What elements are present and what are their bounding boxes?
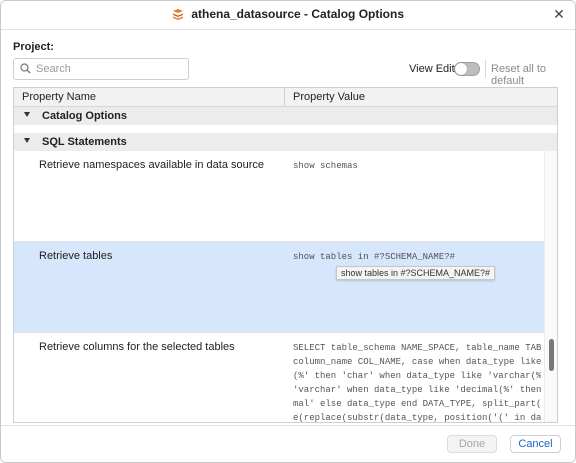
table-row[interactable]: Retrieve columns for the selected tables… [14,333,544,422]
dialog-footer: Done Cancel [1,425,575,462]
group-row-catalog-options[interactable]: Catalog Options [14,107,557,125]
property-value[interactable]: show schemas [293,159,541,173]
dialog-title: athena_datasource - Catalog Options [191,7,405,21]
toggle-knob [455,63,467,75]
expand-triangle-icon[interactable] [24,112,30,117]
cancel-button[interactable]: Cancel [510,435,561,453]
column-header-property-name[interactable]: Property Name [22,91,96,103]
property-name: Retrieve columns for the selected tables [39,341,235,353]
done-button[interactable]: Done [447,435,497,453]
group-label: SQL Statements [42,136,127,148]
property-name: Retrieve tables [39,250,113,262]
search-input[interactable] [34,60,188,78]
view-edits-toggle[interactable] [454,62,480,76]
expand-triangle-icon[interactable] [24,138,30,143]
vertical-scrollbar[interactable] [544,151,557,422]
close-icon: ✕ [553,6,565,22]
group-row-sql-statements[interactable]: SQL Statements [14,133,557,151]
search-box[interactable] [13,58,189,80]
toolbar-divider [485,60,486,78]
group-label: Catalog Options [42,110,127,122]
view-edits-label: View Edits [409,63,461,75]
property-value[interactable]: show tables in #?SCHEMA_NAME?# [293,250,541,264]
project-label: Project: [13,41,54,53]
scrollbar-thumb[interactable] [549,339,554,371]
value-tooltip: show tables in #?SCHEMA_NAME?# [336,266,496,280]
properties-table: Property Name Property Value Catalog Opt… [13,87,558,423]
close-button[interactable]: ✕ [552,7,566,21]
table-row-selected[interactable]: Retrieve tables show tables in #?SCHEMA_… [14,242,544,332]
catalog-options-dialog: athena_datasource - Catalog Options ✕ Pr… [0,0,576,463]
title-bar: athena_datasource - Catalog Options ✕ [1,1,575,30]
property-name: Retrieve namespaces available in data so… [39,159,265,171]
reset-all-link[interactable]: Reset all to default [491,63,575,87]
search-icon [20,63,31,74]
column-divider[interactable] [284,88,285,106]
table-row[interactable]: Retrieve namespaces available in data so… [14,151,544,241]
datasource-stack-icon [172,9,183,20]
property-value[interactable]: SELECT table_schema NAME_SPACE, table_na… [293,341,541,422]
column-header-property-value[interactable]: Property Value [293,91,365,103]
table-header: Property Name Property Value [14,88,557,107]
